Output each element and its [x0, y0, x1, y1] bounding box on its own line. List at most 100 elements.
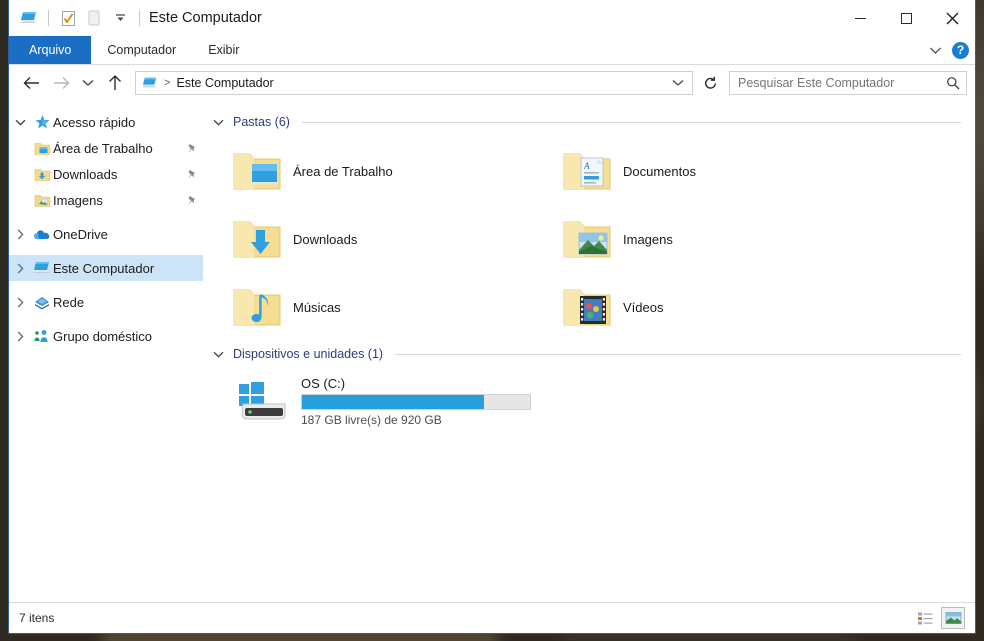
breadcrumb-separator: > — [164, 77, 171, 89]
recent-locations-button[interactable] — [77, 69, 99, 97]
folder-desktop-icon — [31, 141, 53, 156]
tile-label: Músicas — [293, 299, 341, 315]
customize-qat-caret[interactable] — [110, 8, 130, 28]
navigation-bar: > Este Computador — [9, 65, 975, 101]
svg-text:A: A — [583, 161, 590, 171]
search-box[interactable] — [729, 71, 967, 95]
drive-name: OS (C:) — [301, 375, 346, 391]
tile-label: Imagens — [623, 231, 673, 247]
desktop-background: Este Computador Arquivo Computador Exibi… — [0, 0, 984, 641]
folder-documents-icon: A — [561, 148, 613, 194]
group-title: Pastas (6) — [233, 115, 290, 129]
pin-icon[interactable] — [182, 169, 197, 180]
chevron-right-icon[interactable] — [9, 331, 31, 342]
breadcrumb-computer-icon — [142, 76, 158, 90]
drive-free-space: 187 GB livre(s) de 920 GB — [301, 412, 442, 427]
folder-desktop-icon — [231, 148, 283, 194]
back-button[interactable] — [17, 69, 45, 97]
status-bar: 7 itens — [9, 602, 975, 633]
tab-computador[interactable]: Computador — [91, 36, 192, 64]
help-button[interactable]: ? — [952, 41, 969, 59]
folder-music-icon — [231, 284, 283, 330]
refresh-button[interactable] — [699, 71, 721, 95]
folder-videos-icon — [561, 284, 613, 330]
chevron-down-icon[interactable] — [213, 119, 227, 126]
tile-label: Vídeos — [623, 299, 664, 315]
view-mode-buttons — [913, 607, 965, 629]
pin-icon[interactable] — [182, 143, 197, 154]
homegroup-icon — [31, 329, 53, 344]
tile-documentos[interactable]: A Documentos — [543, 137, 873, 205]
up-button[interactable] — [101, 69, 129, 97]
chevron-right-icon[interactable] — [9, 263, 31, 274]
sidebar-item-rede[interactable]: Rede — [9, 289, 203, 315]
sidebar-item-acesso-rapido[interactable]: Acesso rápido — [9, 109, 203, 135]
network-icon — [31, 295, 53, 310]
sidebar-item-grupo-domestico[interactable]: Grupo doméstico — [9, 323, 203, 349]
address-dropdown-caret[interactable] — [672, 79, 686, 87]
drive-item-os-c[interactable]: OS (C:) 187 GB livre(s) de 920 GB — [213, 369, 975, 433]
sidebar-label: Este Computador — [53, 260, 155, 276]
chevron-right-icon[interactable] — [9, 229, 31, 240]
pin-icon[interactable] — [182, 195, 197, 206]
forward-button[interactable] — [47, 69, 75, 97]
chevron-down-icon[interactable] — [213, 351, 227, 358]
sidebar-item-area-de-trabalho[interactable]: Área de Trabalho — [9, 135, 203, 161]
tile-videos[interactable]: Vídeos — [543, 273, 873, 341]
group-title: Dispositivos e unidades (1) — [233, 347, 384, 361]
drive-capacity-fill — [302, 394, 485, 409]
ribbon-right-controls: ? — [929, 36, 969, 64]
sidebar-item-este-computador[interactable]: Este Computador — [9, 255, 203, 281]
chevron-down-icon[interactable] — [929, 46, 942, 55]
status-item-count: 7 itens — [19, 611, 55, 625]
ribbon-tab-bar: Arquivo Computador Exibir ? — [9, 36, 975, 65]
sidebar-label: Grupo doméstico — [53, 328, 152, 344]
qat-divider-2 — [139, 10, 140, 26]
file-list-pane[interactable]: Pastas (6) Área de Trabalho A Documentos… — [203, 101, 975, 602]
computer-icon[interactable] — [19, 8, 39, 28]
large-icons-view-icon[interactable] — [941, 607, 965, 629]
search-icon[interactable] — [946, 76, 960, 90]
tree-spacer-2 — [9, 247, 203, 255]
group-divider — [395, 353, 961, 355]
hard-drive-icon — [233, 378, 289, 424]
details-view-icon[interactable] — [913, 607, 937, 629]
tab-exibir[interactable]: Exibir — [192, 36, 255, 64]
group-header-pastas[interactable]: Pastas (6) — [213, 111, 975, 133]
tile-label: Documentos — [623, 163, 696, 179]
drive-capacity-bar — [301, 393, 531, 410]
chevron-right-icon[interactable] — [9, 297, 31, 308]
minimize-button[interactable] — [837, 0, 883, 36]
sidebar-label: OneDrive — [53, 226, 108, 242]
tree-spacer-1 — [9, 213, 203, 221]
maximize-button[interactable] — [883, 0, 929, 36]
address-bar[interactable]: > Este Computador — [135, 71, 693, 95]
sidebar-label: Acesso rápido — [53, 114, 136, 130]
breadcrumb-path[interactable]: Este Computador — [176, 76, 273, 90]
group-header-dispositivos[interactable]: Dispositivos e unidades (1) — [213, 343, 975, 365]
sidebar-item-onedrive[interactable]: OneDrive — [9, 221, 203, 247]
navigation-pane: Acesso rápido Área de Trabalho Downloads… — [9, 101, 203, 602]
chevron-down-icon[interactable] — [9, 119, 31, 126]
sidebar-label: Rede — [53, 294, 85, 310]
tile-imagens[interactable]: Imagens — [543, 205, 873, 273]
computer-icon — [31, 260, 53, 276]
close-button[interactable] — [929, 0, 975, 36]
folder-pictures-icon — [31, 193, 53, 208]
drive-info: OS (C:) 187 GB livre(s) de 920 GB — [301, 376, 531, 427]
search-input[interactable] — [736, 75, 946, 91]
tile-area-de-trabalho[interactable]: Área de Trabalho — [213, 137, 543, 205]
window-title: Este Computador — [149, 10, 262, 26]
new-folder-icon[interactable] — [84, 8, 104, 28]
tile-musicas[interactable]: Músicas — [213, 273, 543, 341]
window-controls — [837, 0, 975, 36]
tab-arquivo[interactable]: Arquivo — [9, 36, 92, 64]
sidebar-item-downloads[interactable]: Downloads — [9, 161, 203, 187]
folder-tiles: Área de Trabalho A Documentos Downloads … — [213, 137, 873, 341]
window-body: Acesso rápido Área de Trabalho Downloads… — [9, 101, 975, 602]
tile-downloads[interactable]: Downloads — [213, 205, 543, 273]
folder-pictures-icon — [561, 216, 613, 262]
cloud-icon — [31, 228, 53, 241]
sidebar-item-imagens[interactable]: Imagens — [9, 187, 203, 213]
properties-icon[interactable] — [58, 8, 78, 28]
